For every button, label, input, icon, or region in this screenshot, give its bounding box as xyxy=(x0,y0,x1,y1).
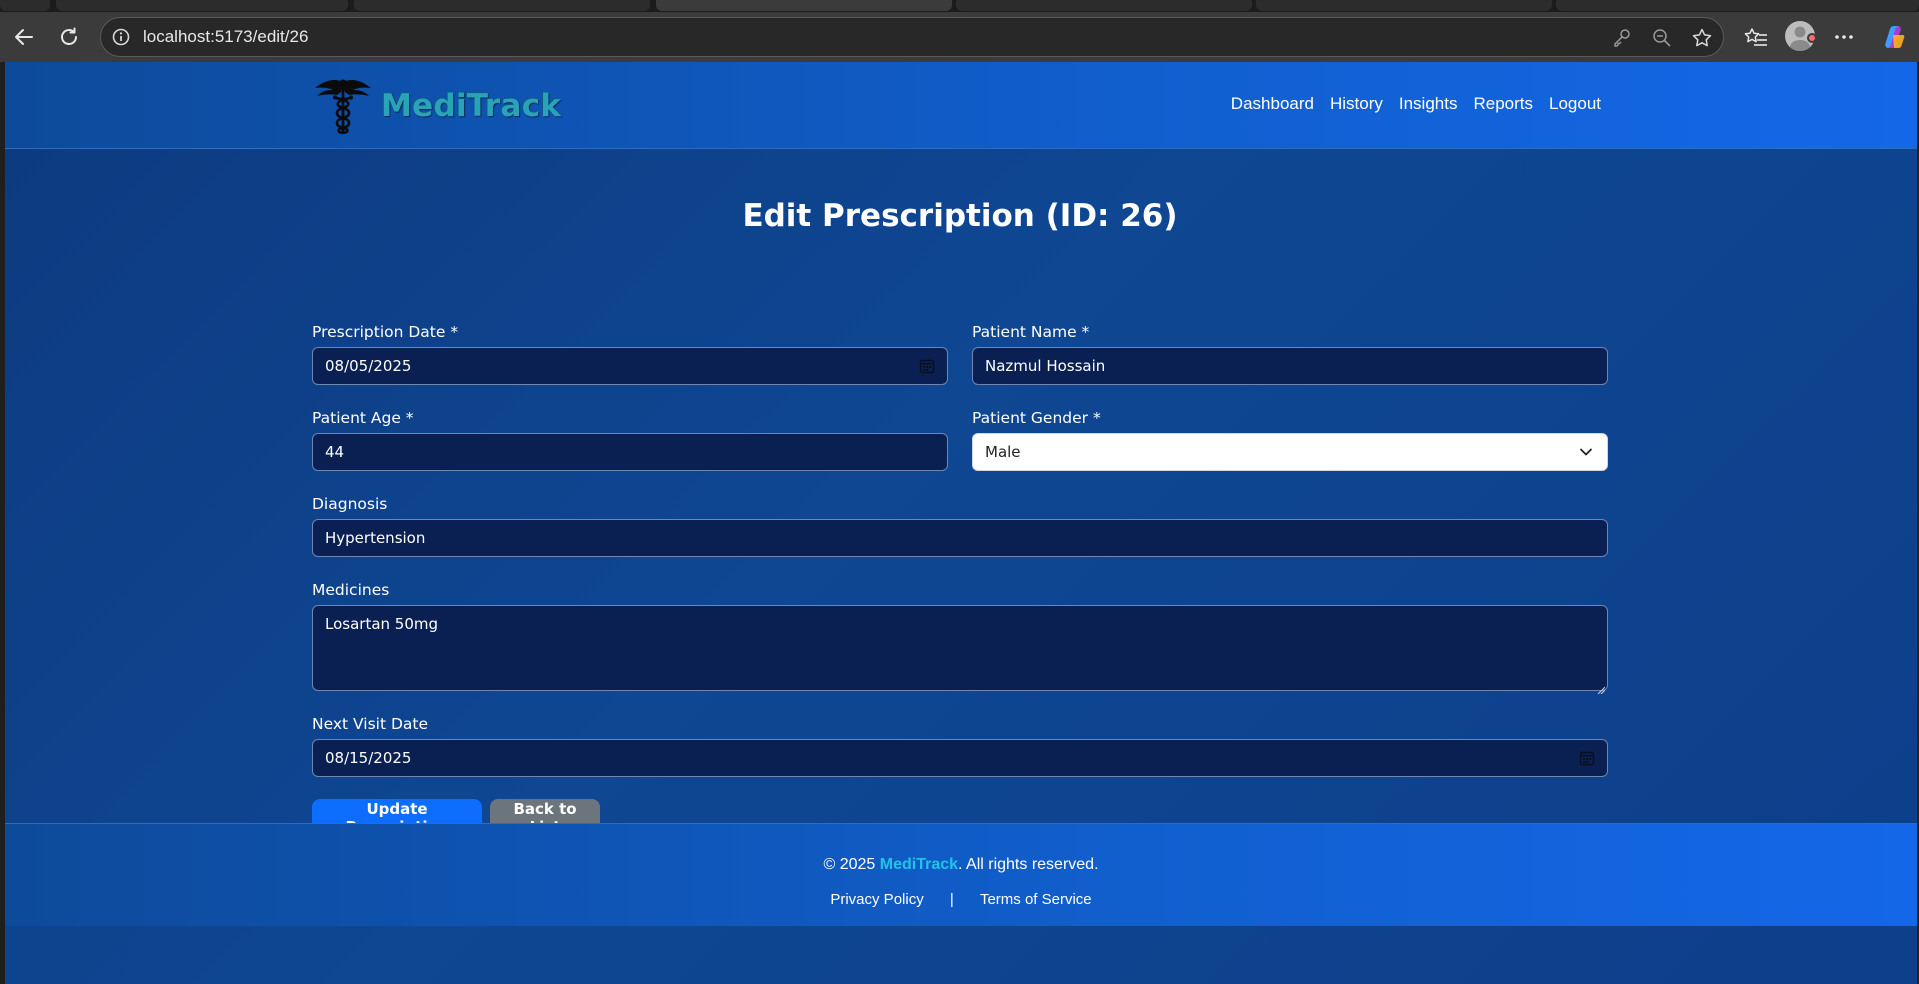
favorites-icon[interactable] xyxy=(1740,21,1772,53)
browser-tab[interactable] xyxy=(1556,0,1919,11)
patient-gender-field: Patient Gender * Male xyxy=(972,409,1608,471)
nav-links: Dashboard History Insights Reports Logou… xyxy=(1231,94,1601,114)
diagnosis-value: Hypertension xyxy=(325,529,426,547)
browser-tab[interactable] xyxy=(354,0,650,11)
back-arrow-icon[interactable] xyxy=(8,21,40,53)
browser-toolbar: localhost:5173/edit/26 xyxy=(0,12,1919,62)
resize-handle[interactable] xyxy=(1597,680,1606,695)
patient-gender-label: Patient Gender * xyxy=(972,409,1101,427)
info-icon[interactable] xyxy=(111,27,131,47)
address-bar[interactable]: localhost:5173/edit/26 xyxy=(100,17,1724,57)
star-icon[interactable] xyxy=(1691,27,1713,49)
calendar-icon[interactable] xyxy=(1579,750,1595,766)
patient-name-label: Patient Name * xyxy=(972,323,1090,341)
nav-history[interactable]: History xyxy=(1330,94,1383,114)
page-title: Edit Prescription (ID: 26) xyxy=(742,198,1178,234)
calendar-icon[interactable] xyxy=(919,358,935,374)
chevron-down-icon xyxy=(1579,445,1593,459)
patient-name-value: Nazmul Hossain xyxy=(985,357,1106,375)
prescription-date-value: 08/05/2025 xyxy=(325,357,412,375)
patient-gender-select[interactable]: Male xyxy=(972,433,1608,471)
copyright-suffix: . All rights reserved. xyxy=(958,856,1099,873)
medicines-textarea[interactable]: Losartan 50mg xyxy=(312,605,1608,695)
caduceus-logo-icon xyxy=(313,76,373,136)
footer: © 2025 MediTrack. All rights reserved. P… xyxy=(5,823,1917,926)
medicines-value: Losartan 50mg xyxy=(325,615,439,633)
footer-links: Privacy Policy | Terms of Service xyxy=(5,891,1917,908)
browser-tab-active[interactable] xyxy=(656,0,952,11)
patient-name-field: Patient Name * Nazmul Hossain xyxy=(972,323,1608,385)
diagnosis-label: Diagnosis xyxy=(312,495,388,513)
terms-of-service-link[interactable]: Terms of Service xyxy=(980,891,1092,908)
diagnosis-field: Diagnosis Hypertension xyxy=(312,495,1608,557)
zoom-icon[interactable] xyxy=(1651,27,1673,49)
next-visit-date-field: Next Visit Date 08/15/2025 xyxy=(312,715,1608,777)
next-visit-date-label: Next Visit Date xyxy=(312,715,429,733)
prescription-date-input[interactable]: 08/05/2025 xyxy=(312,347,948,385)
footer-copyright: © 2025 MediTrack. All rights reserved. xyxy=(5,856,1917,874)
prescription-date-label: Prescription Date * xyxy=(312,323,459,341)
patient-name-input[interactable]: Nazmul Hossain xyxy=(972,347,1608,385)
navbar: MediTrack Dashboard History Insights Rep… xyxy=(5,62,1917,149)
patient-age-label: Patient Age * xyxy=(312,409,414,427)
medicines-field: Medicines Losartan 50mg xyxy=(312,581,1608,695)
diagnosis-input[interactable]: Hypertension xyxy=(312,519,1608,557)
next-visit-date-input[interactable]: 08/15/2025 xyxy=(312,739,1608,777)
brand[interactable]: MediTrack xyxy=(313,76,561,136)
footer-separator: | xyxy=(949,891,954,908)
patient-age-field: Patient Age * 44 xyxy=(312,409,948,471)
browser-tab[interactable] xyxy=(56,0,348,11)
footer-brand: MediTrack xyxy=(879,856,959,873)
medicines-label: Medicines xyxy=(312,581,390,599)
page-viewport: MediTrack Dashboard History Insights Rep… xyxy=(5,62,1917,984)
notification-dot xyxy=(1807,33,1817,43)
browser-tab[interactable] xyxy=(1256,0,1552,11)
patient-gender-value: Male xyxy=(985,443,1021,461)
brand-name: MediTrack xyxy=(381,88,562,124)
nav-insights[interactable]: Insights xyxy=(1399,94,1458,114)
more-icon[interactable] xyxy=(1828,21,1860,53)
copyright-prefix: © 2025 xyxy=(823,856,880,873)
next-visit-date-value: 08/15/2025 xyxy=(325,749,412,767)
reload-icon[interactable] xyxy=(53,21,85,53)
patient-age-value: 44 xyxy=(325,443,345,461)
browser-tab[interactable] xyxy=(0,0,50,11)
privacy-policy-link[interactable]: Privacy Policy xyxy=(830,891,923,908)
nav-logout[interactable]: Logout xyxy=(1549,94,1601,114)
key-icon[interactable] xyxy=(1611,27,1633,49)
copilot-icon[interactable] xyxy=(1877,21,1909,53)
nav-reports[interactable]: Reports xyxy=(1473,94,1533,114)
tab-strip xyxy=(0,0,1919,12)
prescription-date-field: Prescription Date * 08/05/2025 xyxy=(312,323,948,385)
browser-tab[interactable] xyxy=(956,0,1252,11)
nav-dashboard[interactable]: Dashboard xyxy=(1231,94,1314,114)
url-text[interactable]: localhost:5173/edit/26 xyxy=(143,27,308,47)
patient-age-input[interactable]: 44 xyxy=(312,433,948,471)
